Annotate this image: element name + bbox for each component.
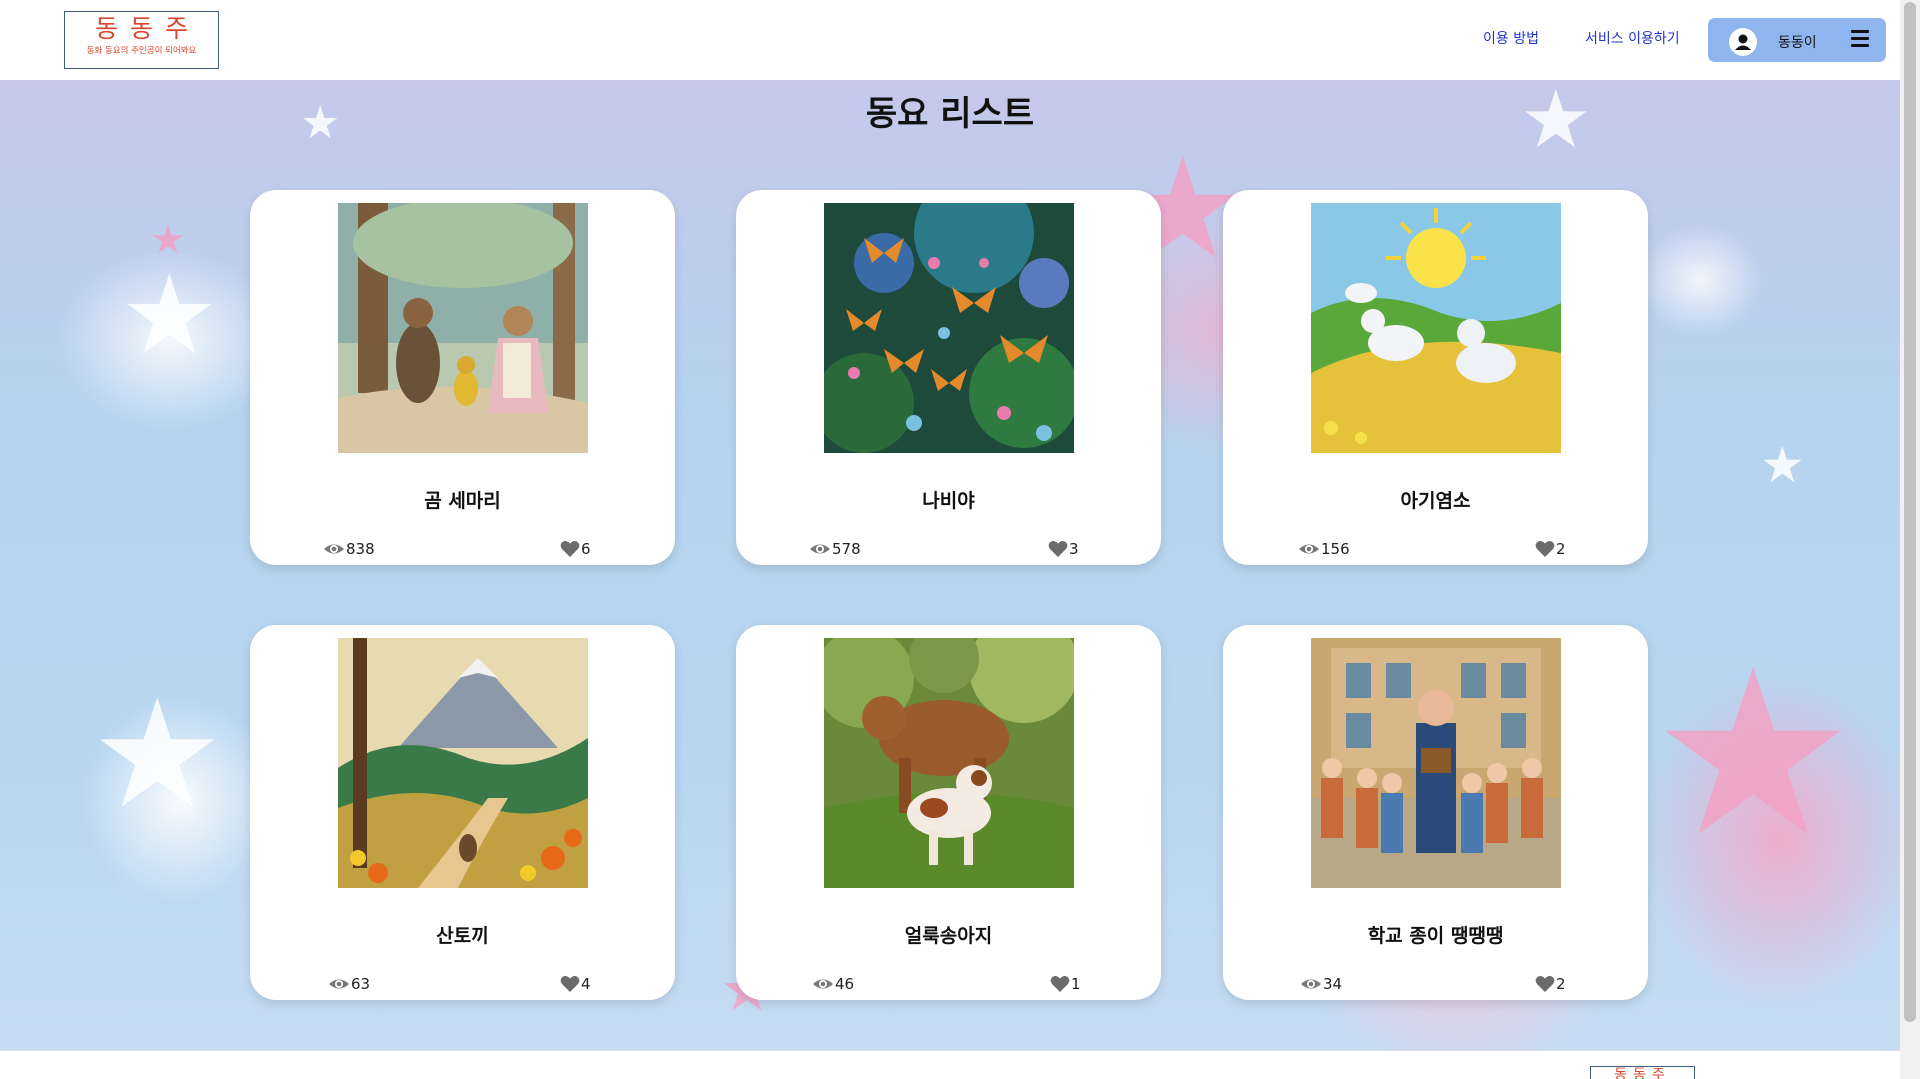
song-card[interactable]: 나비야 578 3: [736, 190, 1161, 565]
song-card[interactable]: 학교 종이 땡땡땡 34 2: [1223, 625, 1648, 1000]
like-count-value: 3: [1069, 540, 1079, 558]
user-name: 동동이: [1778, 35, 1817, 51]
eye-icon: [1299, 544, 1319, 554]
like-count-value: 4: [581, 975, 591, 993]
view-count: 838: [323, 540, 375, 558]
like-count[interactable]: 3: [1048, 540, 1079, 558]
nav-link-service[interactable]: 서비스 이용하기: [1585, 28, 1680, 48]
like-count[interactable]: 2: [1535, 540, 1566, 558]
like-count[interactable]: 1: [1050, 975, 1081, 993]
footer-logo[interactable]: 동동주: [1590, 1066, 1695, 1079]
view-count-value: 34: [1323, 975, 1343, 993]
like-count-value: 6: [581, 540, 591, 558]
star-decoration-icon: ★: [1650, 621, 1857, 888]
user-menu-button[interactable]: 동동이: [1708, 18, 1886, 62]
view-count: 63: [328, 975, 370, 993]
song-title: 산토끼: [436, 925, 489, 947]
eye-icon: [324, 544, 344, 554]
heart-icon: [1535, 976, 1555, 992]
heart-icon: [1050, 976, 1070, 992]
song-card[interactable]: 곰 세마리 838 6: [250, 190, 675, 565]
star-decoration-icon: ★: [120, 251, 219, 379]
heart-icon: [1535, 541, 1555, 557]
user-avatar-icon: [1729, 28, 1757, 56]
view-count-value: 63: [351, 975, 371, 993]
like-count-value: 1: [1071, 975, 1081, 993]
heart-icon: [1048, 541, 1068, 557]
page-footer: 동동주: [0, 1050, 1900, 1079]
eye-icon: [813, 979, 833, 989]
heart-icon: [560, 541, 580, 557]
view-count: 34: [1300, 975, 1342, 993]
eye-icon: [329, 979, 349, 989]
heart-icon: [560, 976, 580, 992]
like-count[interactable]: 2: [1535, 975, 1566, 993]
song-card[interactable]: 얼룩송아지 46 1: [736, 625, 1161, 1000]
like-count[interactable]: 4: [560, 975, 591, 993]
top-navbar: 동동주 동화 동요의 주인공이 되어봐요 이용 방법 서비스 이용하기 동동이: [0, 0, 1900, 80]
like-count-value: 2: [1556, 975, 1566, 993]
page-title: 동요 리스트: [865, 94, 1035, 134]
song-thumbnail: [338, 203, 588, 453]
eye-icon: [1301, 979, 1321, 989]
view-count: 578: [809, 540, 861, 558]
like-count-value: 2: [1556, 540, 1566, 558]
view-count: 46: [812, 975, 854, 993]
song-title: 곰 세마리: [424, 490, 501, 512]
star-decoration-icon: ★: [90, 668, 225, 842]
song-thumbnail: [824, 203, 1074, 453]
song-title: 아기염소: [1400, 490, 1471, 512]
logo-title: 동동주: [94, 14, 200, 43]
song-thumbnail: [1311, 203, 1561, 453]
view-count: 156: [1298, 540, 1350, 558]
view-count-value: 838: [346, 540, 375, 558]
view-count-value: 46: [835, 975, 855, 993]
view-count-value: 156: [1321, 540, 1350, 558]
song-card[interactable]: 아기염소 156 2: [1223, 190, 1648, 565]
nav-link-guide[interactable]: 이용 방법: [1483, 28, 1539, 48]
song-thumbnail: [824, 638, 1074, 888]
view-count-value: 578: [832, 540, 861, 558]
song-thumbnail: [1311, 638, 1561, 888]
song-title: 학교 종이 땡땡땡: [1367, 925, 1504, 947]
song-title: 나비야: [922, 490, 975, 512]
star-decoration-icon: ★: [150, 217, 186, 263]
song-title: 얼룩송아지: [904, 925, 993, 947]
scrollbar-thumb[interactable]: [1904, 2, 1916, 1022]
song-card[interactable]: 산토끼 63 4: [250, 625, 675, 1000]
logo-subtitle: 동화 동요의 주인공이 되어봐요: [86, 46, 197, 56]
hamburger-menu-icon[interactable]: [1851, 30, 1869, 48]
vertical-scrollbar[interactable]: [1900, 0, 1920, 1079]
like-count[interactable]: 6: [560, 540, 591, 558]
eye-icon: [810, 544, 830, 554]
site-logo[interactable]: 동동주 동화 동요의 주인공이 되어봐요: [64, 11, 219, 69]
star-decoration-icon: ★: [1760, 436, 1805, 494]
song-thumbnail: [338, 638, 588, 888]
